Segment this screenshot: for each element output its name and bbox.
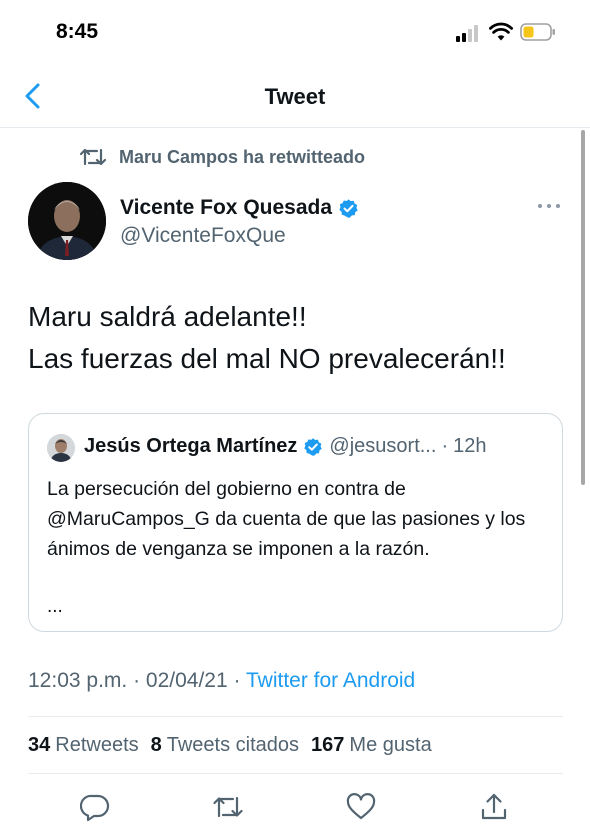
nav-bar: Tweet: [0, 64, 590, 128]
quote-author-handle: @jesusort...: [329, 435, 437, 457]
meta-separator: ·: [233, 669, 241, 692]
meta-separator: ·: [133, 669, 141, 692]
tweet-text-line: Maru saldrá adelante!!: [28, 301, 307, 332]
quote-tweets-stat[interactable]: 8 Tweets citados: [151, 734, 299, 757]
tweet-text: Maru saldrá adelante!! Las fuerzas del m…: [28, 296, 573, 380]
tweet-date: 02/04/21: [145, 669, 228, 692]
author-handle[interactable]: @VicenteFoxQue: [120, 224, 286, 248]
quote-ellipsis: ...: [47, 596, 63, 617]
retweet-label[interactable]: Maru Campos ha retwitteado: [119, 147, 365, 168]
quote-author-name: Jesús Ortega Martínez: [84, 435, 298, 457]
author-name-text[interactable]: Vicente Fox Quesada: [120, 196, 332, 220]
likes-stat[interactable]: 167 Me gusta: [311, 734, 432, 757]
likes-count: 167: [311, 734, 345, 756]
wifi-icon: [489, 22, 513, 41]
tweet-text-line: Las fuerzas del mal NO prevalecerán!!: [28, 343, 506, 374]
divider: [28, 773, 563, 774]
tweet-time: 12:03 p.m.: [28, 669, 128, 692]
cellular-signal-icon: [456, 24, 482, 42]
likes-label: Me gusta: [349, 734, 432, 756]
tweet-meta: 12:03 p.m. · 02/04/21 · Twitter for Andr…: [28, 669, 415, 693]
retweet-icon: [80, 148, 106, 166]
quotes-label: Tweets citados: [166, 734, 300, 756]
retweet-context: Maru Campos ha retwitteado: [80, 145, 365, 169]
divider: [28, 716, 563, 717]
tweet-source-link[interactable]: Twitter for Android: [246, 669, 415, 692]
status-time: 8:45: [56, 20, 99, 43]
verified-badge-icon: [304, 437, 323, 456]
more-horizontal-icon[interactable]: [536, 196, 562, 216]
quote-time: 12h: [453, 435, 487, 457]
retweets-label: Retweets: [55, 734, 139, 756]
status-bar: 8:45: [0, 0, 590, 64]
quote-separator: ·: [441, 435, 449, 457]
page-title: Tweet: [264, 84, 326, 109]
share-icon[interactable]: [479, 792, 509, 822]
quote-avatar: [47, 434, 75, 462]
verified-badge-icon: [339, 198, 358, 218]
quote-text: La persecución del gobierno en contra de…: [47, 478, 526, 560]
avatar[interactable]: [28, 182, 106, 260]
tweet-stats: 34 Retweets 8 Tweets citados 167 Me gusta: [28, 734, 444, 757]
reply-icon[interactable]: [80, 792, 110, 822]
retweets-count: 34: [28, 734, 51, 756]
quoted-tweet-card[interactable]: Jesús Ortega Martínez @jesusort... · 12h…: [28, 413, 563, 632]
heart-icon[interactable]: [346, 792, 376, 822]
battery-icon: [520, 23, 555, 41]
quotes-count: 8: [150, 734, 162, 756]
retweet-icon[interactable]: [213, 792, 243, 822]
quote-header: Jesús Ortega Martínez @jesusort... · 12h: [84, 435, 486, 458]
retweets-stat[interactable]: 34 Retweets: [28, 734, 139, 757]
author-name[interactable]: Vicente Fox Quesada: [120, 196, 359, 220]
scrollbar[interactable]: [581, 130, 585, 485]
